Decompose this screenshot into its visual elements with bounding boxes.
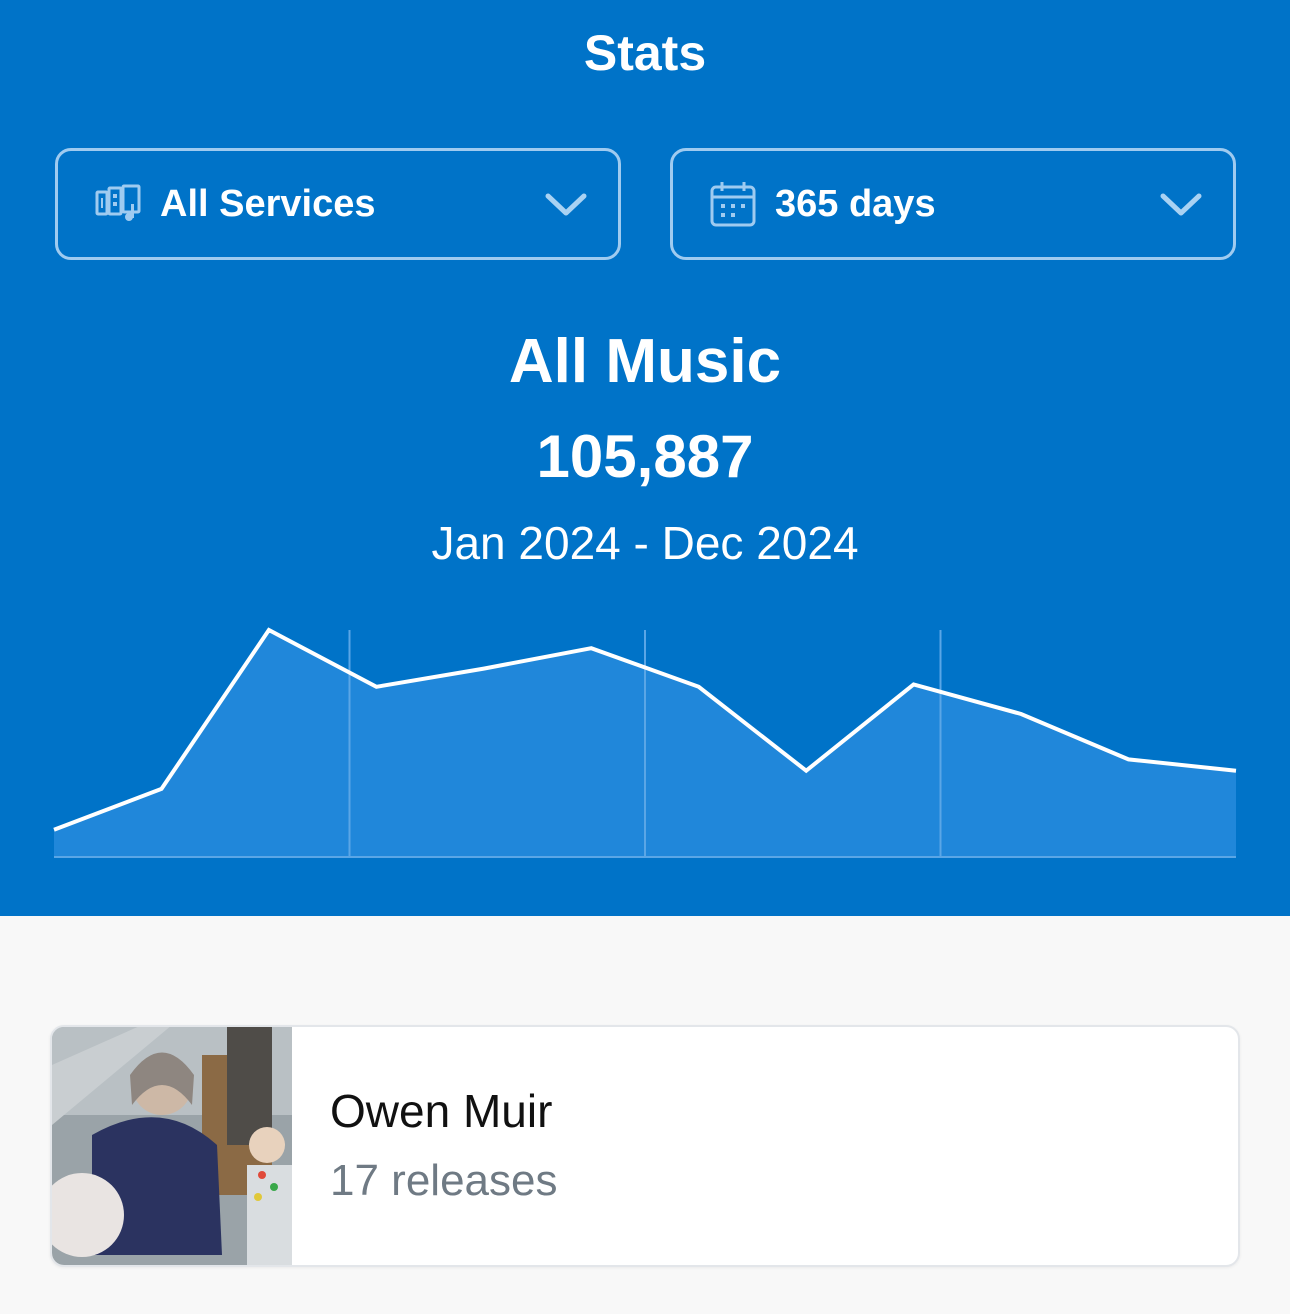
artist-name: Owen Muir [330,1085,553,1137]
date-range: Jan 2024 - Dec 2024 [431,517,859,569]
chevron-down-icon [1160,193,1202,216]
artist-card-text: Owen Muir 17 releases [292,1081,557,1211]
section-title: All Music [508,327,782,396]
services-icon [95,184,141,221]
stats-header: Stats All Services 365 days All Music 10… [0,0,1290,916]
period-dropdown-label: 365 days [775,182,936,225]
chevron-down-icon [545,193,587,216]
services-dropdown-label: All Services [160,182,376,225]
services-dropdown[interactable]: All Services [55,148,621,260]
release-count: 17 releases [330,1156,558,1205]
page-title: Stats [583,25,707,81]
artist-card[interactable]: Owen Muir 17 releases [50,1025,1240,1267]
total-count: 105,887 [536,423,754,490]
period-dropdown[interactable]: 365 days [670,148,1236,260]
calendar-icon [710,182,756,227]
streams-area-chart [53,627,1237,858]
artist-photo [52,1027,292,1265]
